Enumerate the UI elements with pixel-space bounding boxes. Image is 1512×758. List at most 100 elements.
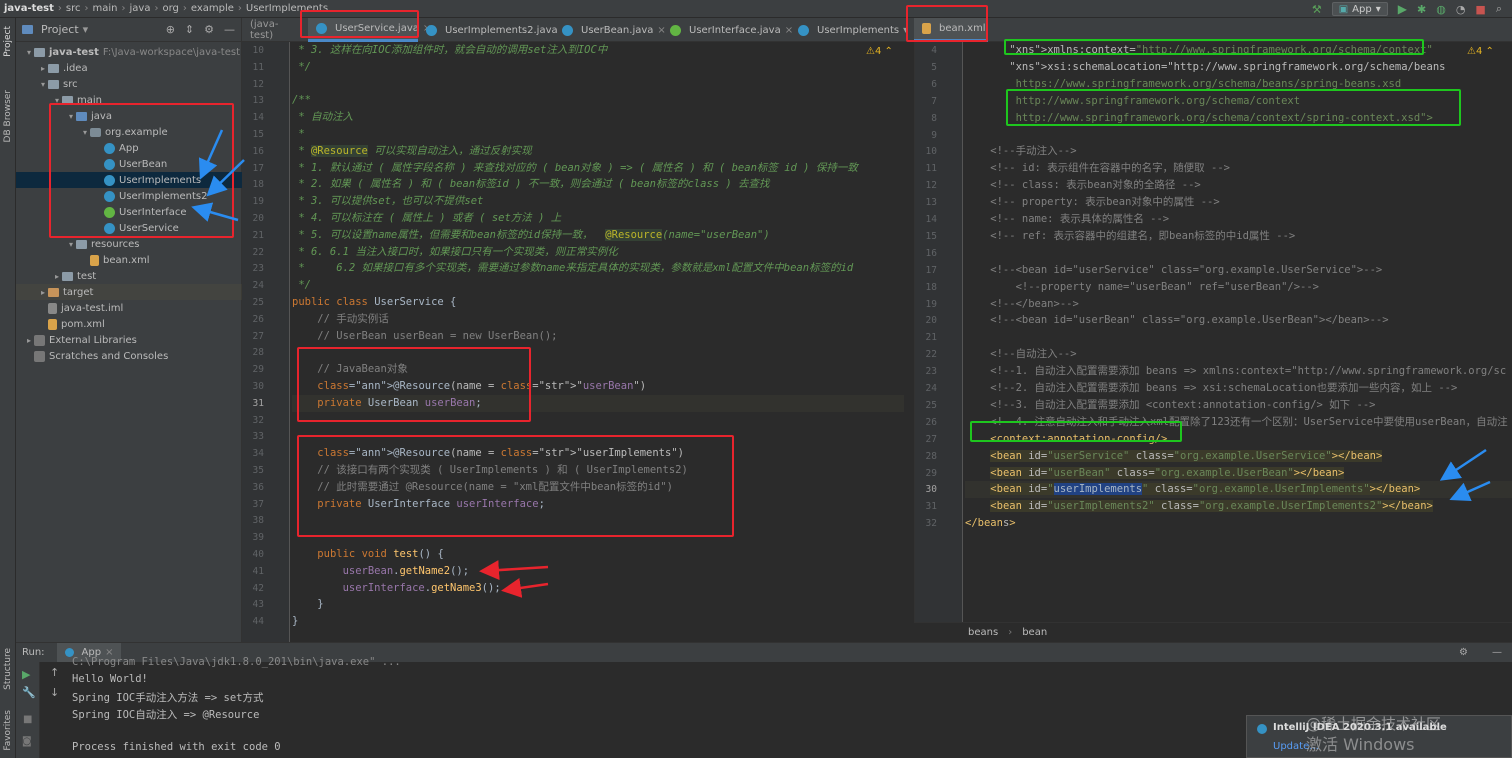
- breadcrumb-item[interactable]: main: [93, 3, 118, 14]
- breadcrumb-item[interactable]: src: [66, 3, 81, 14]
- tree-item-org-example[interactable]: ▾ org.example: [16, 124, 242, 140]
- tree-item-test[interactable]: ▸ test: [16, 268, 242, 284]
- tree-item-userimplements[interactable]: UserImplements: [16, 172, 242, 188]
- tree-item-resources[interactable]: ▾ resources: [16, 236, 242, 252]
- tree-item-external-libraries[interactable]: ▸ External Libraries: [16, 332, 242, 348]
- hide-icon[interactable]: —: [224, 23, 235, 36]
- breadcrumb-separator: ›: [84, 3, 89, 14]
- breadcrumb-item[interactable]: org: [162, 3, 178, 14]
- line-number: 8: [931, 112, 937, 124]
- chevron-right-icon[interactable]: ▸: [24, 336, 34, 345]
- breadcrumb-item[interactable]: example: [191, 3, 234, 14]
- chevron-right-icon[interactable]: ▸: [38, 64, 48, 73]
- breadcrumb-item[interactable]: UserImplements: [246, 3, 328, 14]
- scroll-up-icon[interactable]: ↑: [50, 666, 59, 679]
- tree-item-java[interactable]: ▾ java: [16, 108, 242, 124]
- profile-icon[interactable]: ◔: [1456, 3, 1466, 16]
- tab-bean-xml[interactable]: bean.xml: [914, 18, 988, 42]
- tree-item-userbean[interactable]: UserBean: [16, 156, 242, 172]
- db-browser-tool-tab[interactable]: DB Browser: [3, 90, 13, 142]
- tree-item-main[interactable]: ▾ main: [16, 92, 242, 108]
- breadcrumb[interactable]: java-test › src › main › java › org › example › User…: [0, 3, 328, 14]
- scroll-down-icon[interactable]: ↓: [50, 686, 59, 699]
- tab-userimplements[interactable]: UserImplements ▾: [790, 18, 914, 42]
- coverage-icon[interactable]: ◍: [1436, 3, 1446, 16]
- chevron-down-icon[interactable]: ▾: [903, 25, 908, 36]
- code-line: // 此时需要通过 @Resource(name = "xml配置文件中bean…: [292, 480, 673, 493]
- wrench-icon[interactable]: 🔧: [22, 686, 36, 699]
- breadcrumb-bean[interactable]: bean: [1022, 627, 1047, 638]
- structure-tool-tab[interactable]: Structure: [3, 648, 13, 690]
- line-number: 31: [252, 397, 264, 409]
- hammer-icon[interactable]: ⚒: [1312, 3, 1322, 16]
- breadcrumb-separator: ›: [57, 3, 62, 14]
- tree-item--idea[interactable]: ▸ .idea: [16, 60, 242, 76]
- library-icon: [34, 350, 45, 362]
- tree-item-userinterface[interactable]: UserInterface: [16, 204, 242, 220]
- line-number: 41: [252, 565, 264, 577]
- gear-icon[interactable]: ⚙: [204, 23, 214, 36]
- tree-item-java-test-iml[interactable]: java-test.iml: [16, 300, 242, 316]
- tree-item-scratches-and-consoles[interactable]: Scratches and Consoles: [16, 348, 242, 364]
- tree-item-pom-xml[interactable]: pom.xml: [16, 316, 242, 332]
- chevron-down-icon[interactable]: ▾: [52, 96, 62, 105]
- chevron-down-icon[interactable]: ▾: [66, 240, 76, 249]
- code-line: private UserInterface userInterface;: [317, 497, 545, 510]
- gear-icon[interactable]: ⚙: [1459, 647, 1468, 658]
- source-folder-icon: [76, 111, 87, 121]
- stop-icon[interactable]: ■: [1475, 3, 1485, 16]
- chevron-down-icon[interactable]: ▾: [83, 23, 89, 36]
- line-number: 10: [925, 146, 937, 158]
- tree-item-java-test[interactable]: ▾ java-test F:\Java-workspace\java-test: [16, 44, 242, 60]
- xml-editor[interactable]: 4 "xns">xmlns:context="http://www.spring…: [914, 42, 1512, 642]
- warning-count: 4: [874, 46, 882, 57]
- run-configuration-select[interactable]: ▣ App ▾: [1331, 2, 1388, 16]
- favorites-tool-tab[interactable]: Favorites: [3, 710, 13, 751]
- project-tool-tab[interactable]: Project: [3, 26, 13, 57]
- tab-label: UserInterface.java: [689, 24, 781, 36]
- line-number: 25: [925, 399, 937, 411]
- hide-icon[interactable]: —: [1492, 647, 1502, 658]
- chevron-down-icon[interactable]: ▾: [80, 128, 90, 137]
- rerun-icon[interactable]: ▶: [22, 668, 30, 681]
- tab-userbean-java[interactable]: UserBean.java ×: [554, 18, 666, 42]
- chevron-down-icon[interactable]: ▾: [24, 48, 34, 57]
- camera-icon[interactable]: ◙: [22, 736, 32, 747]
- chevron-right-icon[interactable]: ▸: [52, 272, 62, 281]
- tab-overflow[interactable]: (java-test): [242, 18, 308, 42]
- tab-userinterface-java[interactable]: UserInterface.java ×: [662, 18, 793, 42]
- warning-indicator[interactable]: ⚠4 ⌃: [866, 46, 893, 57]
- tree-item-userservice[interactable]: UserService: [16, 220, 242, 236]
- collapse-all-icon[interactable]: ⇕: [185, 23, 194, 36]
- run-icon[interactable]: ▶: [1398, 2, 1407, 16]
- project-panel-title[interactable]: Project: [41, 23, 79, 36]
- tab-label: UserImplements2.java: [445, 24, 558, 36]
- stop-icon[interactable]: ■: [23, 714, 32, 725]
- code-line: * 5. 可以设置name属性，但需要和bean标签的id保持一致， @Reso…: [292, 228, 770, 241]
- tab-userservice-java[interactable]: UserService.java ×: [308, 18, 431, 42]
- tree-item-bean-xml[interactable]: bean.xml: [16, 252, 242, 268]
- warning-indicator[interactable]: ⚠4 ⌃: [1467, 46, 1494, 57]
- xml-file-icon: [922, 23, 931, 34]
- tree-item-src[interactable]: ▾ src: [16, 76, 242, 92]
- breadcrumb-item[interactable]: java: [130, 3, 151, 14]
- java-editor[interactable]: 10 * 3. 这样在向IOC添加组件时，就会自动的调用set注入到IOC中 11…: [242, 42, 914, 642]
- tree-item-app[interactable]: App: [16, 140, 242, 156]
- chevron-down-icon[interactable]: ▾: [66, 112, 76, 121]
- debug-icon[interactable]: ✱: [1417, 3, 1426, 16]
- tree-item-label: .idea: [63, 62, 88, 74]
- breadcrumb-item[interactable]: java-test: [4, 3, 54, 14]
- chevron-down-icon[interactable]: ▾: [38, 80, 48, 89]
- search-icon[interactable]: ⌕: [1496, 2, 1502, 16]
- locate-icon[interactable]: ⊕: [166, 23, 175, 36]
- code-line: * 6. 6.1 当注入接口时，如果接口只有一个实现类，则正常实例化: [292, 245, 618, 258]
- line-number: 16: [252, 145, 264, 157]
- chevron-right-icon[interactable]: ▸: [38, 288, 48, 297]
- tree-item-target[interactable]: ▸ target: [16, 284, 242, 300]
- code-line: <!--1. 自动注入配置需要添加 beans => xmlns:context…: [965, 365, 1507, 378]
- breadcrumb-beans[interactable]: beans: [968, 627, 998, 638]
- tab-userimplements2-java[interactable]: UserImplements2.java ×: [418, 18, 570, 42]
- tree-item-userimplements2[interactable]: UserImplements2: [16, 188, 242, 204]
